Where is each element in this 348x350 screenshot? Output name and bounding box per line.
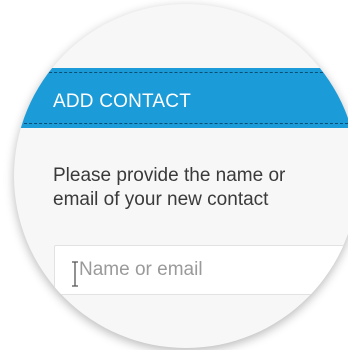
header-top-divider (14, 72, 348, 73)
dialog-title: ADD CONTACT (53, 91, 192, 112)
text-cursor-icon (72, 261, 78, 287)
description-line-1: Please provide the name or (53, 165, 286, 186)
name-or-email-input[interactable] (79, 246, 348, 294)
add-contact-dialog: ADD CONTACT Please provide the name or e… (14, 4, 348, 348)
dialog-description: Please provide the name or email of your… (53, 164, 348, 212)
contact-input-container[interactable] (54, 245, 348, 295)
app-stage: ADD CONTACT Please provide the name or e… (0, 0, 348, 350)
dialog-header: ADD CONTACT (14, 68, 348, 128)
description-line-2: email of your new contact (53, 189, 269, 210)
header-bottom-divider (14, 123, 348, 124)
